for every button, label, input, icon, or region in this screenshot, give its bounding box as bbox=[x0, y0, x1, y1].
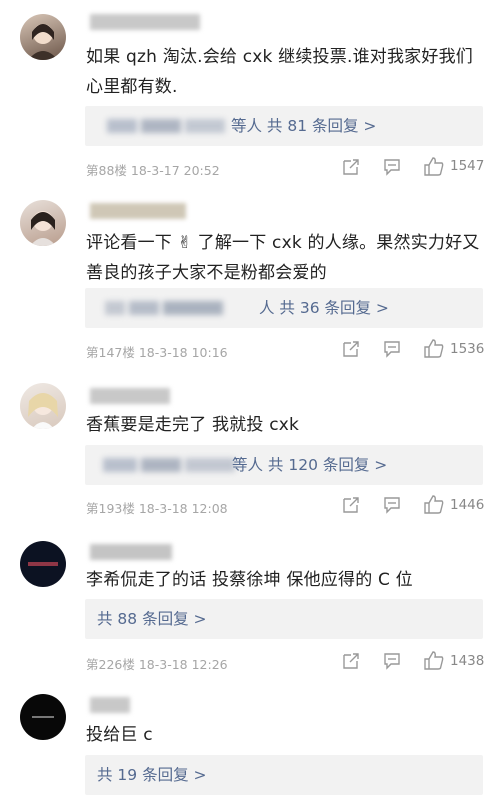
reply-count-link[interactable]: 共 19 条回复 > bbox=[97, 755, 207, 795]
username-blurred[interactable] bbox=[90, 697, 130, 713]
comment-text: 投给巨 c bbox=[86, 725, 153, 745]
avatar[interactable] bbox=[20, 694, 66, 740]
comment-item: 投给巨 c 共 19 条回复 > bbox=[0, 0, 500, 800]
avatar-image bbox=[32, 716, 54, 718]
reply-summary[interactable]: 共 19 条回复 > bbox=[85, 755, 483, 795]
